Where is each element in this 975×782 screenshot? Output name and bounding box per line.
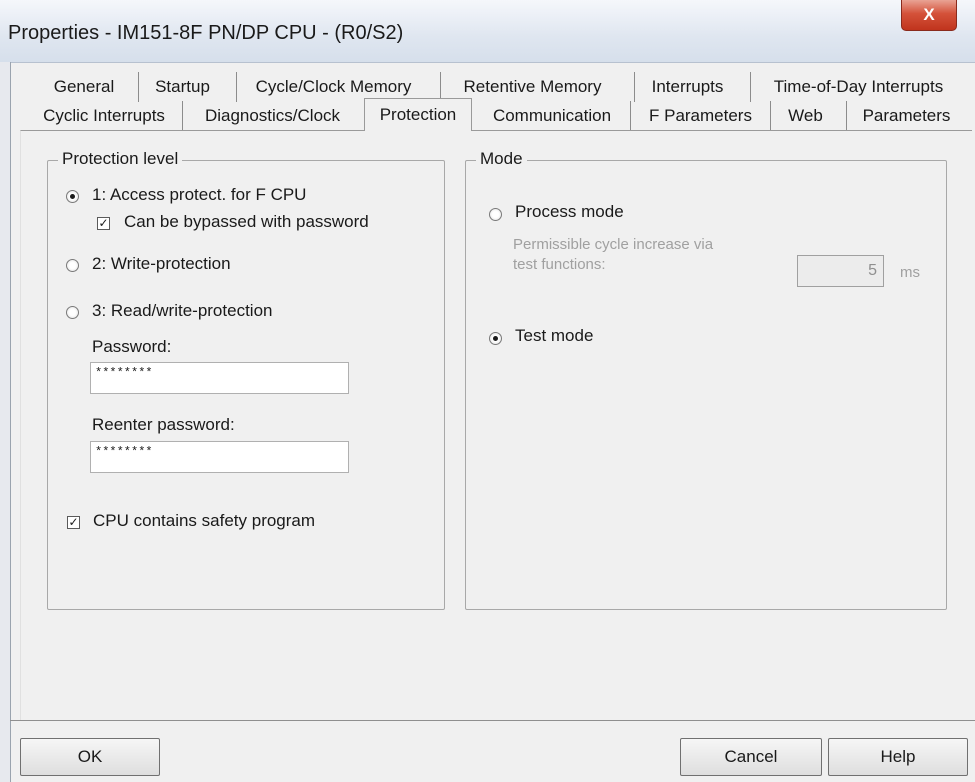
password-field[interactable]: ******** [90,362,349,394]
tab-label: Cyclic Interrupts [43,106,165,125]
test-mode-label: Test mode [515,326,594,345]
tab-label: Web [788,106,823,125]
write-protection-label: 2: Write-protection [92,254,231,273]
check-icon: ✓ [98,216,109,230]
process-mode-label: Process mode [515,202,624,221]
tab-web[interactable]: Web [770,101,840,131]
safety-program-label: CPU contains safety program [93,511,316,530]
cycle-unit-label: ms [900,264,920,281]
close-icon: X [923,5,935,24]
protection-level-title: Protection level [58,149,183,169]
tab-interrupts[interactable]: Interrupts [634,72,740,102]
tab-cyclic-interrupts[interactable]: Cyclic Interrupts [30,101,178,131]
tab-label: Communication [492,106,612,125]
access-protect-radio[interactable] [66,190,79,203]
reenter-password-field[interactable]: ******** [90,441,349,473]
footer-divider [10,720,975,721]
tab-label: Startup [155,77,210,96]
tab-startup[interactable]: Startup [138,72,226,102]
permissible-cycle-label: Permissible cycle increase via [513,236,714,253]
test-mode-radio[interactable] [489,332,502,345]
check-icon: ✓ [68,515,79,529]
tab-label: Protection [379,105,457,124]
write-protection-radio[interactable] [66,259,79,272]
window-left-border [0,62,11,782]
tab-general[interactable]: General [30,72,138,102]
close-button[interactable]: X [901,0,957,31]
help-button[interactable]: Help [828,738,968,776]
tab-diagnostics-clock[interactable]: Diagnostics/Clock [182,101,362,131]
read-write-protection-label: 3: Read/write-protection [92,301,273,320]
tab-label: Parameters [862,106,951,125]
tab-label: Interrupts [651,77,724,96]
test-functions-label: test functions: [513,256,606,273]
mode-title: Mode [476,149,527,169]
safety-program-checkbox[interactable]: ✓ [67,516,80,529]
tab-time-of-day-interrupts[interactable]: Time-of-Day Interrupts [750,72,966,102]
mode-group: Mode [465,149,947,610]
title-bar[interactable]: Properties - IM151-8F PN/DP CPU - (R0/S2… [0,0,975,63]
bypass-password-checkbox[interactable]: ✓ [97,217,110,230]
tab-f-parameters[interactable]: F Parameters [630,101,770,131]
cycle-increase-field[interactable]: 5 [797,255,884,287]
tab-label: Retentive Memory [463,77,602,96]
bypass-password-label: Can be bypassed with password [124,212,369,231]
tab-parameters[interactable]: Parameters [846,101,966,131]
tab-protection[interactable]: Protection [364,98,472,131]
tab-communication[interactable]: Communication [474,101,630,131]
cancel-button[interactable]: Cancel [680,738,822,776]
tab-label: Time-of-Day Interrupts [773,77,944,96]
password-label: Password: [92,337,172,356]
read-write-protection-radio[interactable] [66,306,79,319]
process-mode-radio[interactable] [489,208,502,221]
window-title: Properties - IM151-8F PN/DP CPU - (R0/S2… [8,22,404,44]
tab-label: Cycle/Clock Memory [255,77,412,96]
tab-label: Diagnostics/Clock [204,106,341,125]
tab-label: General [53,77,115,96]
reenter-password-label: Reenter password: [92,415,235,434]
access-protect-label: 1: Access protect. for F CPU [92,185,307,204]
ok-button[interactable]: OK [20,738,160,776]
properties-dialog: Properties - IM151-8F PN/DP CPU - (R0/S2… [0,0,975,782]
tab-label: F Parameters [649,106,752,125]
